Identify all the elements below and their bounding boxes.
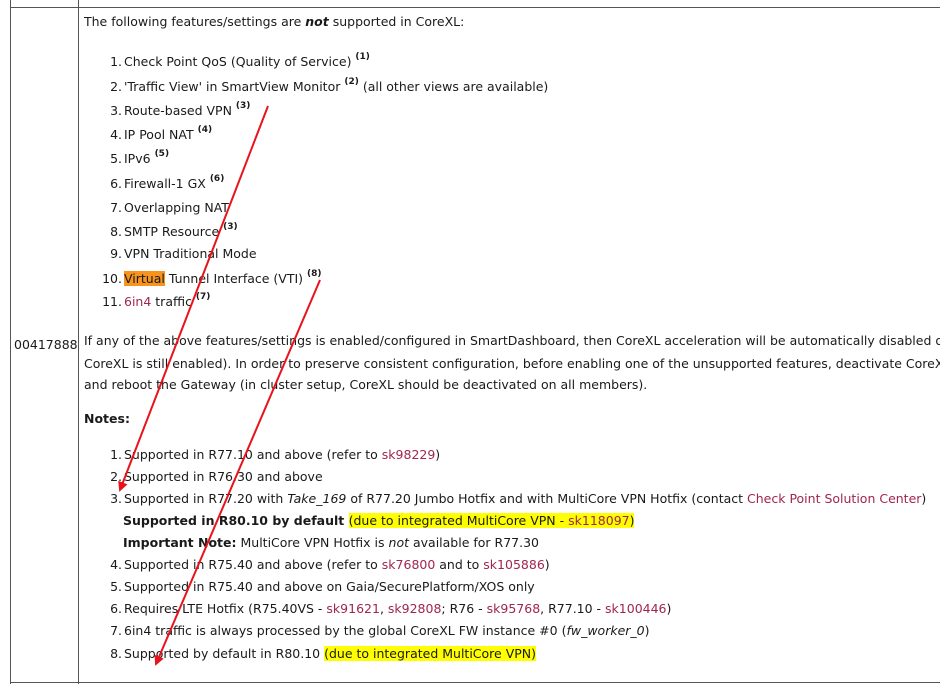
list-item: 9. VPN Traditional Mode xyxy=(110,246,257,261)
list-item: 6. Firewall-1 GX (6) xyxy=(110,174,225,191)
link-sk92808[interactable]: sk92808 xyxy=(388,601,442,616)
paragraph-line-1: If any of the above features/settings is… xyxy=(84,333,940,348)
row-id: 00417888 xyxy=(14,337,78,352)
link-sk98229[interactable]: sk98229 xyxy=(382,447,436,462)
link-sk105886[interactable]: sk105886 xyxy=(483,557,544,572)
list-item: 4. Supported in R75.40 and above (refer t… xyxy=(110,557,550,572)
table-border-top xyxy=(10,7,940,8)
notes-heading: Notes: xyxy=(84,411,130,426)
list-item: 2. 'Traffic View' in SmartView Monitor (2… xyxy=(110,77,549,94)
list-item: 5. IPv6 (5) xyxy=(110,149,170,166)
list-item: 5. Supported in R75.40 and above on Gaia/… xyxy=(110,579,535,594)
list-item: 3. Route-based VPN (3) xyxy=(110,101,251,118)
list-item: 1. Check Point QoS (Quality of Service) (… xyxy=(110,52,370,69)
list-item: 1. Supported in R77.10 and above (refer t… xyxy=(110,447,441,462)
list-item: 3. Supported in R77.20 with Take_169 of R… xyxy=(110,491,927,506)
link-sk76800[interactable]: sk76800 xyxy=(382,557,436,572)
list-item: 7. 6in4 traffic is always processed by th… xyxy=(110,623,650,638)
note-3-subline-1: Supported in R80.10 by default (due to i… xyxy=(123,513,635,528)
list-item: 2. Supported in R76.30 and above xyxy=(110,469,323,484)
search-highlight: Virtual xyxy=(124,271,165,286)
highlighted-text: (due to integrated MultiCore VPN - sk118… xyxy=(348,513,635,528)
link-sk118097[interactable]: sk118097 xyxy=(568,513,629,528)
list-item: 8. Supported by default in R80.10 (due to… xyxy=(110,646,537,661)
link-sk91621[interactable]: sk91621 xyxy=(326,601,380,616)
list-item: 6. Requires LTE Hotfix (R75.40VS - sk9162… xyxy=(110,601,672,616)
list-item: 10. Virtual Tunnel Interface (VTI) (8) xyxy=(102,269,322,286)
list-item: 4. IP Pool NAT (4) xyxy=(110,125,213,142)
support-table: 00417888 The following features/settings… xyxy=(0,0,940,684)
link-sk100446[interactable]: sk100446 xyxy=(605,601,666,616)
paragraph-line-3: and reboot the Gateway (in cluster setup… xyxy=(84,377,648,392)
list-item: 11. 6in4 traffic (7) xyxy=(102,292,211,309)
intro-text: The following features/settings are not … xyxy=(84,14,465,29)
link-solution-center[interactable]: Check Point Solution Center xyxy=(747,491,921,506)
link-sk95768[interactable]: sk95768 xyxy=(487,601,541,616)
table-border-bottom xyxy=(10,682,940,683)
table-border-middle xyxy=(78,0,79,684)
highlighted-text: (due to integrated MultiCore VPN) xyxy=(324,646,537,661)
paragraph-line-2: CoreXL is still enabled). In order to pr… xyxy=(84,356,940,371)
link-6in4[interactable]: 6in4 xyxy=(124,294,151,309)
note-3-subline-2: Important Note: MultiCore VPN Hotfix is … xyxy=(123,535,539,550)
list-item: 8. SMTP Resource (3) xyxy=(110,222,238,239)
intro-emphasis: not xyxy=(305,14,329,29)
list-item: 7. Overlapping NAT xyxy=(110,200,229,215)
table-border-left xyxy=(10,0,11,684)
